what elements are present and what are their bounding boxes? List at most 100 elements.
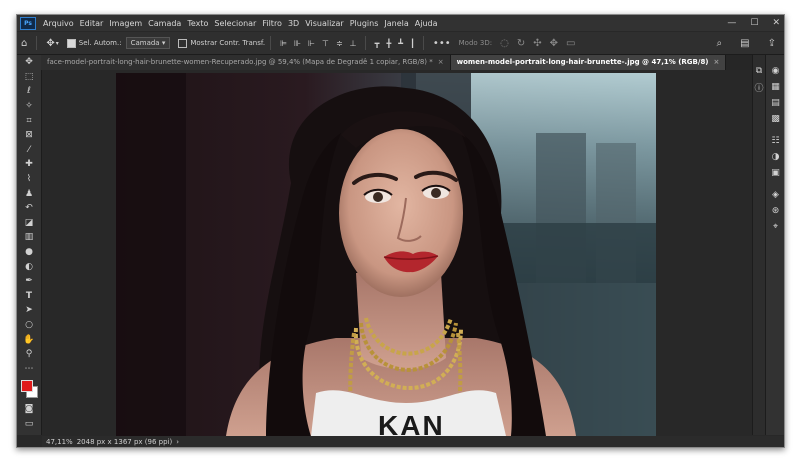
brush-tool-icon[interactable]: ⌇	[17, 172, 41, 187]
menu-plugins[interactable]: Plugins	[347, 19, 382, 28]
scale-3d-icon[interactable]: ▭	[566, 38, 575, 49]
properties-panel-icon[interactable]: ☷	[766, 133, 784, 149]
layers-panel-icon[interactable]: ◈	[766, 187, 784, 203]
quick-mask-icon[interactable]: ◙	[17, 402, 41, 417]
healing-brush-icon[interactable]: ✚	[17, 157, 41, 172]
search-icon[interactable]: ⌕	[717, 38, 723, 49]
dodge-tool-icon[interactable]: ◐	[17, 259, 41, 274]
shirt-text: KAN	[378, 410, 445, 436]
menu-ajuda[interactable]: Ajuda	[412, 19, 441, 28]
home-icon[interactable]: ⌂	[21, 38, 27, 49]
status-menu-arrow[interactable]: ›	[176, 438, 179, 446]
color-swatches	[17, 376, 41, 402]
status-bar: 47,11% 2048 px x 1367 px (96 ppi) ›	[42, 436, 784, 447]
divider	[270, 36, 272, 50]
magic-wand-icon[interactable]: ✧	[17, 99, 41, 114]
auto-select-target-dropdown[interactable]: Camada ▾	[125, 37, 171, 49]
menu-3d[interactable]: 3D	[285, 19, 302, 28]
history-panel-icon[interactable]: ⧉	[753, 63, 765, 79]
divider	[36, 36, 38, 50]
more-options-button[interactable]: •••	[433, 38, 451, 49]
adjustments-panel-icon[interactable]: ◑	[766, 149, 784, 165]
libraries-panel-icon[interactable]: ▣	[766, 165, 784, 181]
zoom-level[interactable]: 47,11%	[46, 438, 73, 446]
minimize-button[interactable]: —	[727, 18, 736, 28]
show-transform-label: Mostrar Contr. Transf.	[190, 39, 266, 47]
move-tool-icon[interactable]: ✥	[46, 38, 54, 49]
close-window-button[interactable]: ✕	[772, 18, 780, 28]
slide-3d-icon[interactable]: ✥	[550, 38, 558, 49]
tab-face-model-recuperado[interactable]: face-model-portrait-long-hair-brunette-w…	[41, 55, 451, 70]
swatches-panel-icon[interactable]: ▦	[766, 79, 784, 95]
distribute-middle-icon[interactable]: ╋	[386, 39, 391, 48]
chevron-down-icon[interactable]: ▾	[56, 40, 59, 47]
tab-label: face-model-portrait-long-hair-brunette-w…	[47, 58, 433, 66]
menu-arquivo[interactable]: Arquivo	[40, 19, 77, 28]
show-transform-checkbox[interactable]	[178, 38, 188, 48]
orbit-3d-icon[interactable]: ◌	[500, 38, 509, 49]
eraser-icon[interactable]: ◪	[17, 216, 41, 231]
eyedropper-icon[interactable]: ⁄	[17, 143, 41, 158]
channels-panel-icon[interactable]: ⊛	[766, 203, 784, 219]
tab-women-model-portrait[interactable]: women-model-portrait-long-hair-brunette-…	[450, 55, 727, 70]
canvas-area[interactable]: KAN	[42, 70, 752, 436]
path-selection-icon[interactable]: ➤	[17, 303, 41, 318]
frame-tool-icon[interactable]: ⊠	[17, 128, 41, 143]
align-top-icon[interactable]: ⊤	[322, 39, 329, 48]
menu-imagem[interactable]: Imagem	[106, 19, 145, 28]
foreground-color-swatch[interactable]	[21, 380, 33, 393]
zoom-tool-icon[interactable]: ⚲	[17, 347, 41, 362]
chevron-down-icon: ▾	[161, 39, 166, 47]
gradient-tool-icon[interactable]: ▥	[17, 230, 41, 245]
menu-janela[interactable]: Janela	[381, 19, 411, 28]
clone-stamp-icon[interactable]: ♟	[17, 186, 41, 201]
hand-tool-icon[interactable]: ✋	[17, 332, 41, 347]
paths-panel-icon[interactable]: ⌖	[766, 219, 784, 235]
close-tab-icon[interactable]: ×	[438, 58, 444, 66]
align-left-icon[interactable]: ⊫	[280, 39, 287, 48]
align-center-horizontal-icon[interactable]: ⊪	[294, 39, 301, 48]
move-tool-icon[interactable]: ✥	[17, 55, 41, 70]
divider	[364, 36, 366, 50]
lasso-tool-icon[interactable]: ℓ	[17, 84, 41, 99]
menu-editar[interactable]: Editar	[77, 19, 107, 28]
close-tab-icon[interactable]: ×	[714, 58, 720, 66]
menu-texto[interactable]: Texto	[184, 19, 211, 28]
type-tool-icon[interactable]: T	[17, 289, 41, 304]
menu-camada[interactable]: Camada	[145, 19, 184, 28]
panel-strip-collapsed: ⧉ ⓘ	[752, 55, 765, 435]
distribute-horizontal-icon[interactable]: ┃	[410, 39, 415, 48]
more-tools-icon[interactable]: ⋯	[17, 361, 41, 376]
info-panel-icon[interactable]: ⓘ	[753, 79, 765, 95]
workspace-icon[interactable]: ▤	[740, 38, 749, 49]
auto-select-checkbox[interactable]	[66, 38, 76, 48]
tools-panel: ✥ ⬚ ℓ ✧ ⌗ ⊠ ⁄ ✚ ⌇ ♟ ↶ ◪ ▥ ● ◐ ✒ T ➤ ○ ✋ …	[17, 55, 42, 435]
distribute-bottom-icon[interactable]: ┻	[398, 39, 403, 48]
auto-select-target-value: Camada	[130, 39, 160, 47]
pen-tool-icon[interactable]: ✒	[17, 274, 41, 289]
share-icon[interactable]: ⇪	[768, 38, 776, 49]
patterns-panel-icon[interactable]: ▩	[766, 111, 784, 127]
blur-tool-icon[interactable]: ●	[17, 245, 41, 260]
maximize-button[interactable]: ☐	[750, 18, 758, 28]
roll-3d-icon[interactable]: ↻	[517, 38, 525, 49]
menu-visualizar[interactable]: Visualizar	[302, 19, 347, 28]
menu-bar: Ps Arquivo Editar Imagem Camada Texto Se…	[17, 15, 784, 31]
history-brush-icon[interactable]: ↶	[17, 201, 41, 216]
color-panel-icon[interactable]: ◉	[766, 63, 784, 79]
distribute-top-icon[interactable]: ┳	[375, 39, 380, 48]
align-bottom-icon[interactable]: ⊥	[350, 39, 357, 48]
gradients-panel-icon[interactable]: ▤	[766, 95, 784, 111]
portrait-photo	[116, 73, 656, 436]
pan-3d-icon[interactable]: ✣	[533, 38, 541, 49]
align-middle-icon[interactable]: ≑	[336, 39, 343, 48]
options-bar: ⌂ ✥ ▾ Sel. Autom.: Camada ▾ Mostrar Cont…	[17, 32, 784, 55]
align-right-icon[interactable]: ⊩	[308, 39, 315, 48]
screen-mode-icon[interactable]: ▭	[17, 417, 41, 432]
crop-tool-icon[interactable]: ⌗	[17, 113, 41, 128]
marquee-tool-icon[interactable]: ⬚	[17, 70, 41, 85]
menu-filtro[interactable]: Filtro	[259, 19, 285, 28]
document-image[interactable]: KAN	[116, 73, 656, 436]
menu-selecionar[interactable]: Selecionar	[211, 19, 259, 28]
ellipse-tool-icon[interactable]: ○	[17, 318, 41, 333]
